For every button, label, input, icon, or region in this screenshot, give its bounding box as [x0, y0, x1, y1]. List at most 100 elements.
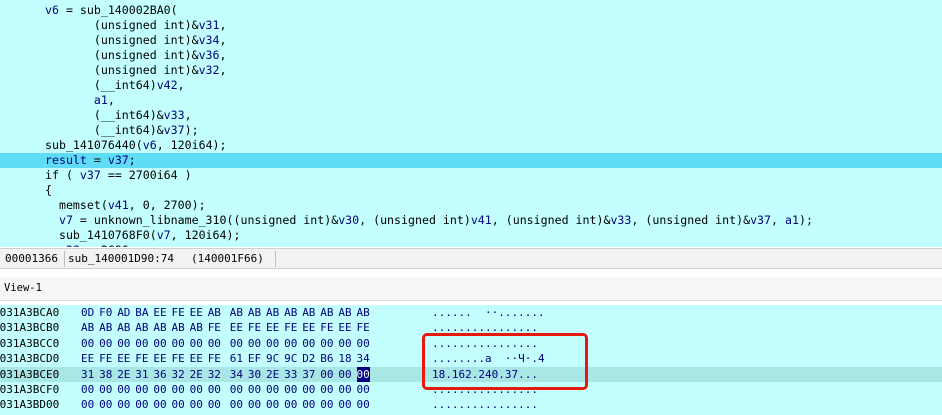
hex-byte[interactable]: 38: [99, 367, 112, 382]
code-line[interactable]: (__int64)&v37);: [0, 123, 942, 138]
hex-byte[interactable]: FE: [172, 351, 185, 366]
hex-byte[interactable]: 34: [230, 367, 243, 382]
hex-byte[interactable]: EF: [248, 351, 261, 366]
hex-byte[interactable]: 00: [99, 397, 112, 412]
hex-byte[interactable]: AB: [99, 320, 112, 335]
hex-byte[interactable]: FE: [172, 305, 185, 320]
hex-byte[interactable]: AB: [357, 305, 370, 320]
hex-byte[interactable]: 00: [320, 382, 333, 397]
hex-byte[interactable]: 32: [208, 367, 221, 382]
hex-byte[interactable]: 00: [190, 397, 203, 412]
hex-byte[interactable]: EE: [190, 351, 203, 366]
hex-row[interactable]: 0031A3BD00 00 00 00 00 00 00 00 00 00 00 00 00 00 00 00…: [0, 397, 942, 412]
hex-byte[interactable]: 00: [266, 336, 279, 351]
code-identifier[interactable]: v33: [164, 108, 185, 122]
code-identifier[interactable]: result: [45, 153, 87, 167]
hex-byte[interactable]: 00: [230, 336, 243, 351]
code-line[interactable]: memset(v41, 0, 2700);: [0, 198, 942, 213]
code-identifier[interactable]: v37: [108, 153, 129, 167]
hex-byte[interactable]: 30: [248, 367, 261, 382]
hex-byte[interactable]: 00: [266, 382, 279, 397]
code-identifier[interactable]: v41: [471, 213, 492, 227]
hex-byte[interactable]: 00: [302, 382, 315, 397]
hex-byte[interactable]: AD: [117, 305, 130, 320]
hex-byte[interactable]: 36: [153, 367, 166, 382]
code-identifier[interactable]: v34: [199, 33, 220, 47]
hex-byte[interactable]: 00: [81, 397, 94, 412]
code-identifier[interactable]: a1: [785, 213, 799, 227]
code-identifier[interactable]: v30: [338, 213, 359, 227]
hex-byte[interactable]: 00: [208, 336, 221, 351]
hex-byte[interactable]: B6: [320, 351, 333, 366]
hex-byte[interactable]: EE: [81, 351, 94, 366]
code-line[interactable]: v7 = unknown_libname_310((unsigned int)&…: [0, 213, 942, 228]
hex-byte[interactable]: 00: [230, 397, 243, 412]
hex-byte[interactable]: 00: [338, 336, 351, 351]
hex-byte[interactable]: 00: [190, 382, 203, 397]
hex-byte[interactable]: 00: [153, 382, 166, 397]
hex-byte[interactable]: 00: [248, 336, 261, 351]
hex-byte[interactable]: 00: [172, 382, 185, 397]
hex-byte[interactable]: AB: [302, 305, 315, 320]
hex-byte[interactable]: AB: [266, 305, 279, 320]
hex-byte[interactable]: 00: [357, 382, 370, 397]
hex-byte[interactable]: AB: [338, 305, 351, 320]
code-line[interactable]: {: [0, 183, 942, 198]
hex-byte[interactable]: 00: [135, 336, 148, 351]
hex-byte[interactable]: 31: [81, 367, 94, 382]
code-line[interactable]: if ( v37 == 2700i64 ): [0, 168, 942, 183]
hex-byte[interactable]: AB: [320, 305, 333, 320]
hex-byte[interactable]: 33: [284, 367, 297, 382]
hex-byte[interactable]: 00: [153, 397, 166, 412]
hex-byte[interactable]: 9C: [284, 351, 297, 366]
hex-byte[interactable]: 00: [338, 397, 351, 412]
hex-byte[interactable]: 00: [284, 382, 297, 397]
hex-byte[interactable]: 00: [230, 382, 243, 397]
hex-byte[interactable]: 00: [302, 397, 315, 412]
hex-byte[interactable]: FE: [248, 320, 261, 335]
hex-byte[interactable]: 00: [248, 382, 261, 397]
hex-byte[interactable]: 00: [302, 336, 315, 351]
hex-byte[interactable]: 2E: [190, 367, 203, 382]
hex-byte[interactable]: 00: [357, 336, 370, 351]
hex-byte[interactable]: 2E: [266, 367, 279, 382]
hex-byte[interactable]: EE: [153, 305, 166, 320]
code-line[interactable]: sub_1410768F0(v7, 120i64);: [0, 228, 942, 243]
code-identifier[interactable]: v33: [610, 213, 631, 227]
hex-byte[interactable]: 00: [172, 336, 185, 351]
code-identifier[interactable]: v7: [59, 213, 73, 227]
hex-byte[interactable]: 61: [230, 351, 243, 366]
hex-byte[interactable]: 00: [284, 336, 297, 351]
hex-byte[interactable]: 00: [99, 382, 112, 397]
code-identifier[interactable]: v38: [59, 243, 80, 247]
hex-byte[interactable]: 0D: [81, 305, 94, 320]
pseudocode-pane[interactable]: v6 = sub_140002BA0( (unsigned int)&v31, …: [0, 0, 942, 247]
hex-byte[interactable]: 9C: [266, 351, 279, 366]
code-identifier[interactable]: v41: [108, 198, 129, 212]
hex-byte[interactable]: 00: [357, 397, 370, 412]
hex-byte[interactable]: D2: [302, 351, 315, 366]
code-identifier[interactable]: v32: [199, 63, 220, 77]
hex-byte[interactable]: 2E: [117, 367, 130, 382]
hex-byte[interactable]: 00: [248, 397, 261, 412]
code-identifier[interactable]: a1: [94, 93, 108, 107]
hex-byte[interactable]: 00: [172, 397, 185, 412]
hex-byte[interactable]: AB: [117, 320, 130, 335]
code-line[interactable]: sub_141076440(v6, 120i64);: [0, 138, 942, 153]
hex-byte[interactable]: 31: [135, 367, 148, 382]
code-line[interactable]: (__int64)&v33,: [0, 108, 942, 123]
code-line[interactable]: v6 = sub_140002BA0(: [0, 3, 942, 18]
hex-byte[interactable]: EE: [266, 320, 279, 335]
code-identifier[interactable]: v31: [199, 18, 220, 32]
hex-byte[interactable]: AB: [172, 320, 185, 335]
hex-byte[interactable]: EE: [190, 305, 203, 320]
code-line[interactable]: result = v37;: [0, 153, 942, 168]
code-identifier[interactable]: v37: [80, 168, 101, 182]
code-line[interactable]: v38 = 2696;: [0, 243, 942, 247]
hex-byte[interactable]: AB: [81, 320, 94, 335]
hex-byte[interactable]: FE: [208, 351, 221, 366]
hex-byte[interactable]: 00: [153, 336, 166, 351]
hex-byte[interactable]: 18: [338, 351, 351, 366]
code-identifier[interactable]: v37: [164, 123, 185, 137]
hex-byte[interactable]: FE: [135, 351, 148, 366]
